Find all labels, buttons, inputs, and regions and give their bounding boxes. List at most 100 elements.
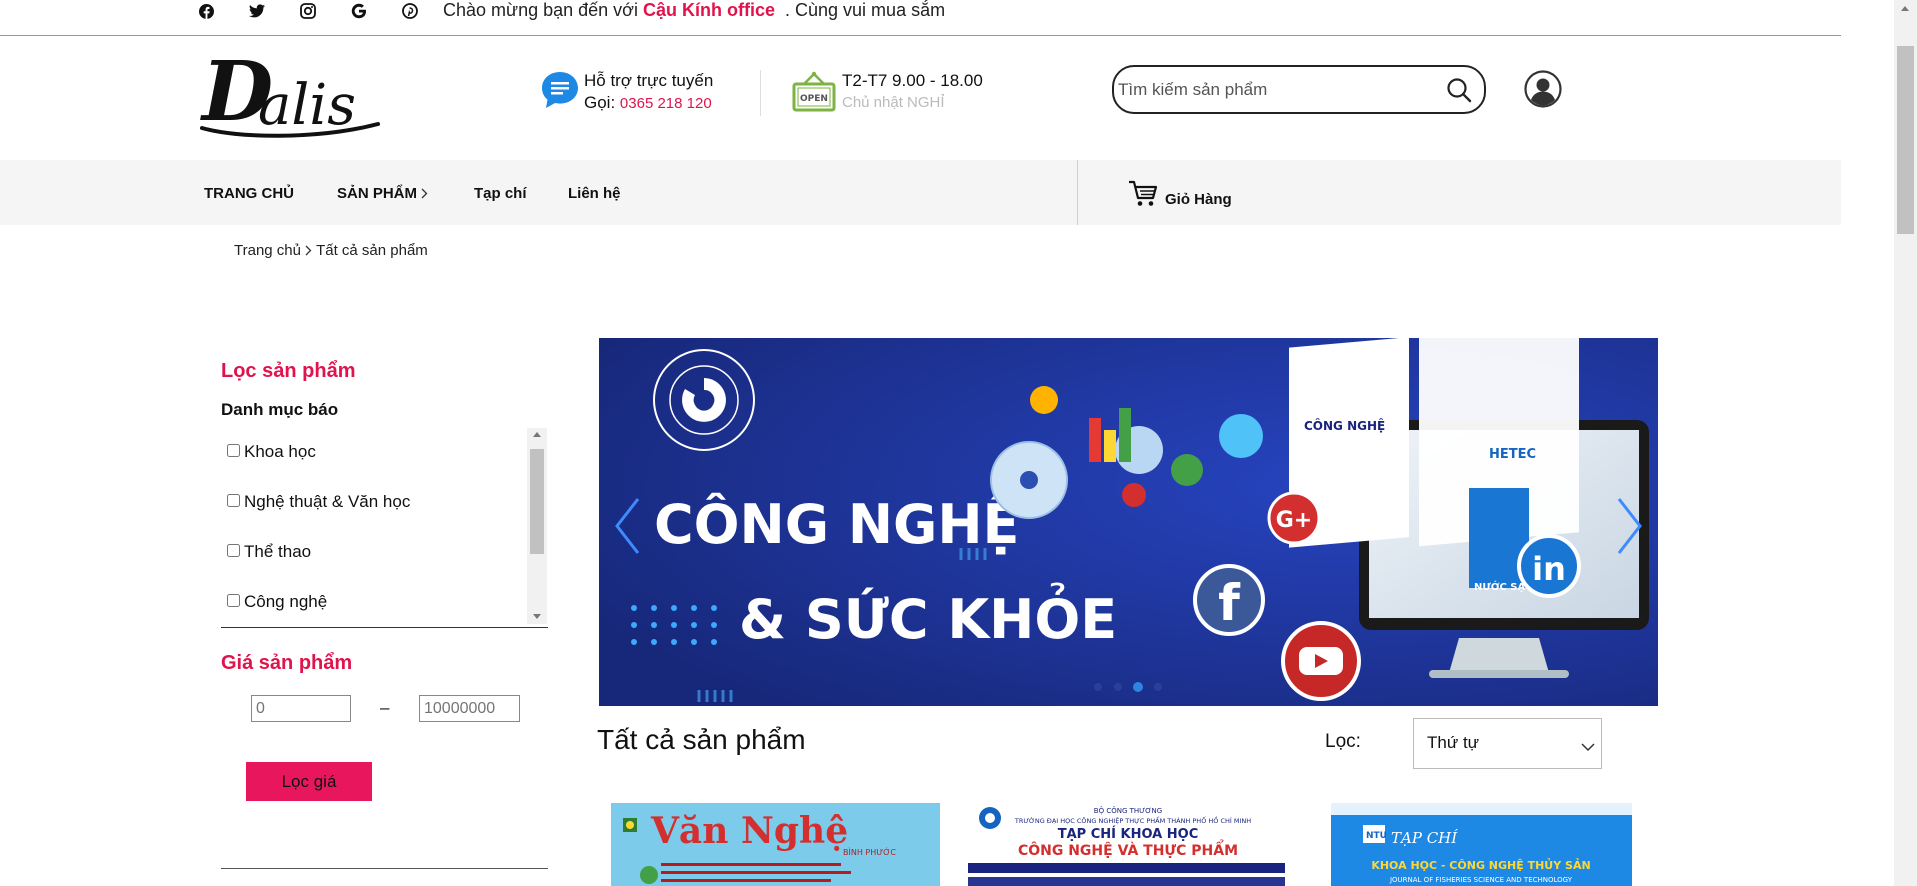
hours-text: T2-T7 9.00 - 18.00 <box>842 71 983 90</box>
facebook-icon[interactable] <box>195 0 217 22</box>
svg-text:in: in <box>1532 550 1566 588</box>
welcome-prefix: Chào mừng bạn đến với <box>443 0 638 20</box>
price-max-input[interactable] <box>419 695 520 722</box>
filter-title: Lọc sản phẩm <box>221 360 356 382</box>
banner-headline-1: CÔNG NGHỆ <box>654 493 1019 556</box>
product-cover-subtitle: JOURNAL OF FISHERIES SCIENCE AND TECHNOL… <box>1389 876 1573 884</box>
chevron-down-icon <box>1581 739 1595 757</box>
google-icon[interactable] <box>348 0 370 22</box>
category-item[interactable]: Thể thao <box>227 541 311 563</box>
svg-text:alis: alis <box>258 73 356 138</box>
category-item[interactable]: Nghệ thuật & Văn học <box>227 491 410 513</box>
price-title: Giá sản phẩm <box>221 652 353 674</box>
product-cover-title: KHOA HỌC - CÔNG NGHỆ THỦY SẢN <box>1371 858 1590 872</box>
banner-slider[interactable]: CÔNG NGHỆ & SỨC KHỎE CÔNG NGHỆ HETEC NƯỚ… <box>599 338 1658 706</box>
scroll-down-icon[interactable] <box>533 614 541 619</box>
svg-text:G+: G+ <box>1276 508 1313 533</box>
price-separator: – <box>380 698 390 717</box>
nav-item-products[interactable]: SẢN PHẨM <box>337 185 428 203</box>
support-title: Hỗ trợ trực tuyến <box>584 71 714 90</box>
product-cover: NTU TẠP CHÍ KHOA HỌC - CÔNG NGHỆ THỦY SẢ… <box>1331 803 1632 886</box>
product-cover: Văn Nghệ BÌNH PHƯỚC <box>611 803 940 886</box>
sort-label: Lọc: <box>1325 731 1361 752</box>
breadcrumb-home[interactable]: Trang chủ <box>234 242 301 259</box>
product-card[interactable]: NTU TẠP CHÍ KHOA HỌC - CÔNG NGHỆ THỦY SẢ… <box>1331 803 1632 886</box>
cart-label: Giỏ Hàng <box>1165 191 1232 208</box>
nav-item-magazine[interactable]: Tạp chí <box>474 185 527 202</box>
scroll-up-icon[interactable] <box>1901 6 1909 11</box>
sort-value: Thứ tự <box>1427 733 1480 752</box>
screen-title-1: CÔNG NGHỆ <box>1304 418 1385 433</box>
cart-link[interactable]: Giỏ Hàng <box>1128 180 1232 213</box>
scroll-up-icon[interactable] <box>533 432 541 437</box>
chevron-right-icon[interactable] <box>1616 496 1644 561</box>
sidebar-divider <box>221 868 548 869</box>
user-account-icon[interactable] <box>1524 70 1562 113</box>
product-cover-title: TẠP CHÍ KHOA HỌC <box>1058 826 1198 842</box>
category-checkbox[interactable] <box>227 593 240 607</box>
nav-item-home[interactable]: TRANG CHỦ <box>204 185 294 202</box>
hours-note: Chủ nhật NGHỈ <box>842 94 945 111</box>
nav-item-products-label: SẢN PHẨM <box>337 185 418 202</box>
page: Chào mừng bạn đến với Cậu Kính office . … <box>0 0 1917 886</box>
breadcrumb-current: Tất cả sản phẩm <box>316 242 428 259</box>
nav-divider <box>1077 160 1078 225</box>
product-cover-title: Văn Nghệ <box>650 810 848 852</box>
breadcrumb: Trang chủ Tất cả sản phẩm <box>234 242 428 260</box>
brand-name: Cậu Kính office <box>642 0 775 20</box>
svg-text:NTU: NTU <box>1366 831 1387 841</box>
category-checkbox[interactable] <box>227 543 240 557</box>
opening-hours: T2-T7 9.00 - 18.00 Chủ nhật NGHỈ <box>842 70 983 114</box>
top-bar: Chào mừng bạn đến với Cậu Kính office . … <box>0 0 1841 36</box>
category-label: Công nghệ <box>244 592 328 611</box>
support-call-label: Gọi: <box>584 93 616 112</box>
chevron-right-icon <box>305 243 312 260</box>
category-label: Khoa học <box>244 442 316 461</box>
main-nav: TRANG CHỦ SẢN PHẨM Tạp chí Liên hệ Giỏ H… <box>0 160 1841 225</box>
chevron-left-icon[interactable] <box>613 496 641 561</box>
product-cover-top: TẠP CHÍ <box>1391 829 1458 847</box>
category-list: Khoa học Nghệ thuật & Văn học Thể thao C… <box>221 428 548 628</box>
screen-title-2: HETEC <box>1489 447 1536 462</box>
open-sign-icon: OPEN <box>792 70 836 114</box>
sort-select[interactable]: Thứ tự <box>1413 718 1602 769</box>
welcome-message: Chào mừng bạn đến với Cậu Kính office . … <box>443 0 945 21</box>
banner-art: CÔNG NGHỆ & SỨC KHỎE CÔNG NGHỆ HETEC NƯỚ… <box>599 338 1658 706</box>
product-cover-org: TRƯỜNG ĐẠI HỌC CÔNG NGHIỆP THỰC PHẨM THÀ… <box>1014 815 1251 825</box>
category-label: Thể thao <box>244 542 312 561</box>
instagram-icon[interactable] <box>297 0 319 22</box>
category-label: Nghệ thuật & Văn học <box>244 492 411 511</box>
chevron-right-icon <box>421 186 428 203</box>
search-box <box>1112 65 1486 114</box>
banner-headline-2: & SỨC KHỎE <box>739 583 1117 651</box>
price-min-input[interactable] <box>251 695 351 722</box>
scrollbar-thumb[interactable] <box>530 449 544 554</box>
category-item[interactable]: Khoa học <box>227 441 316 463</box>
search-input[interactable] <box>1118 75 1438 105</box>
category-title: Danh mục báo <box>221 400 339 419</box>
category-checkbox[interactable] <box>227 493 240 507</box>
category-checkbox[interactable] <box>227 443 240 457</box>
product-cover-subtitle: BÌNH PHƯỚC <box>843 846 896 857</box>
svg-text:f: f <box>1218 574 1241 632</box>
welcome-suffix: . Cùng vui mua sắm <box>785 0 946 20</box>
cart-icon <box>1128 180 1158 213</box>
site-logo[interactable]: D alis <box>196 44 381 140</box>
twitter-icon[interactable] <box>246 0 268 22</box>
page-scrollbar-thumb[interactable] <box>1897 46 1914 234</box>
chat-support-icon <box>540 70 580 115</box>
filter-price-button[interactable]: Lọc giá <box>246 762 372 801</box>
nav-item-contact[interactable]: Liên hệ <box>568 185 621 202</box>
product-card[interactable]: Văn Nghệ BÌNH PHƯỚC <box>611 803 940 886</box>
products-title: Tất cả sản phẩm <box>597 724 806 755</box>
product-cover-top: BỘ CÔNG THƯƠNG <box>1094 806 1162 815</box>
support-info: Hỗ trợ trực tuyến Gọi: 0365 218 120 <box>584 70 713 115</box>
category-scrollbar[interactable] <box>527 428 547 624</box>
search-icon[interactable] <box>1446 77 1472 108</box>
pinterest-icon[interactable] <box>399 0 421 22</box>
product-cover: BỘ CÔNG THƯƠNG TRƯỜNG ĐẠI HỌC CÔNG NGHIỆ… <box>968 803 1285 886</box>
product-card[interactable]: BỘ CÔNG THƯƠNG TRƯỜNG ĐẠI HỌC CÔNG NGHIỆ… <box>968 803 1285 886</box>
support-phone[interactable]: 0365 218 120 <box>620 95 712 112</box>
category-item[interactable]: Công nghệ <box>227 591 327 613</box>
header-divider <box>760 70 761 116</box>
